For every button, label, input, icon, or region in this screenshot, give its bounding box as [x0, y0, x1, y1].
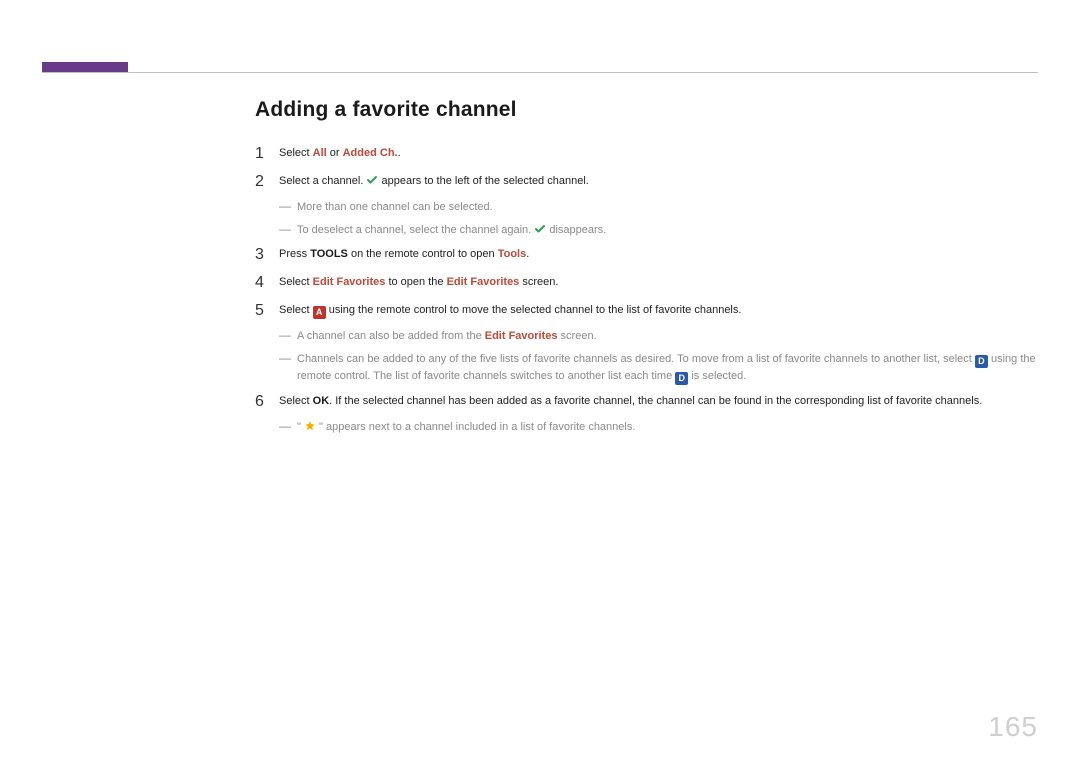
step-item: 3 Press TOOLS on the remote control to o…	[255, 241, 1038, 269]
emph-all: All	[313, 147, 327, 159]
text: to open the	[385, 276, 446, 288]
hint-text: Channels can be added to any of the five…	[297, 351, 1038, 385]
text: appears to the left of the selected chan…	[378, 175, 588, 187]
text: Press	[279, 248, 310, 260]
step-number: 3	[255, 247, 279, 263]
bold-tools: TOOLS	[310, 248, 348, 260]
dash-icon: ―	[279, 328, 291, 342]
button-d-badge: D	[975, 355, 988, 368]
text: on the remote control to open	[348, 248, 498, 260]
hint-text: More than one channel can be selected.	[297, 199, 1038, 216]
hint: ― To deselect a channel, select the chan…	[255, 219, 1038, 242]
dash-icon: ―	[279, 199, 291, 213]
emph-edit-favorites: Edit Favorites	[485, 330, 558, 342]
horizontal-rule	[42, 72, 1038, 73]
step-number: 4	[255, 275, 279, 291]
hint: ― A channel can also be added from the E…	[255, 325, 1038, 348]
hint: ― More than one channel can be selected.	[255, 196, 1038, 219]
step-item: 5 Select A using the remote control to m…	[255, 297, 1038, 325]
button-a-badge: A	[313, 306, 326, 319]
step-item: 6 Select OK. If the selected channel has…	[255, 388, 1038, 416]
step-item: 1 Select All or Added Ch..	[255, 140, 1038, 168]
step-number: 5	[255, 303, 279, 319]
step-text: Select OK. If the selected channel has b…	[279, 394, 1038, 410]
hint: ― Channels can be added to any of the fi…	[255, 348, 1038, 388]
content-column: Adding a favorite channel 1 Select All o…	[255, 98, 1038, 438]
step-number: 6	[255, 394, 279, 410]
step-list: 1 Select All or Added Ch.. 2 Select a ch…	[255, 140, 1038, 438]
text: .	[526, 248, 529, 260]
text: A channel can also be added from the	[297, 330, 485, 342]
step-number: 1	[255, 146, 279, 162]
hint-text: " " appears next to a channel included i…	[297, 419, 1038, 436]
text: " appears next to a channel included in …	[316, 421, 635, 433]
chapter-indicator	[42, 62, 128, 72]
button-d-badge: D	[675, 372, 688, 385]
emph-tools: Tools	[498, 248, 527, 260]
text: . If the selected channel has been added…	[329, 395, 982, 407]
hint-text: A channel can also be added from the Edi…	[297, 328, 1038, 345]
step-text: Press TOOLS on the remote control to ope…	[279, 247, 1038, 263]
page-number: 165	[988, 711, 1038, 743]
step-item: 2 Select a channel. appears to the left …	[255, 168, 1038, 196]
text: Select	[279, 276, 313, 288]
section-heading: Adding a favorite channel	[255, 98, 1038, 122]
check-icon	[534, 223, 546, 235]
emph-added-ch: Added Ch.	[343, 147, 398, 159]
dash-icon: ―	[279, 222, 291, 236]
manual-page: Adding a favorite channel 1 Select All o…	[0, 0, 1080, 763]
hint-text: To deselect a channel, select the channe…	[297, 222, 1038, 239]
step-text: Select A using the remote control to mov…	[279, 303, 1038, 319]
text: screen.	[558, 330, 597, 342]
text: Select	[279, 395, 313, 407]
dash-icon: ―	[279, 351, 291, 365]
text: .	[398, 147, 401, 159]
text: Select a channel.	[279, 175, 366, 187]
text: or	[327, 147, 343, 159]
emph-edit-favorites: Edit Favorites	[313, 276, 386, 288]
step-number: 2	[255, 174, 279, 190]
text: To deselect a channel, select the channe…	[297, 224, 534, 236]
text: Select	[279, 147, 313, 159]
text: Select	[279, 304, 313, 316]
step-item: 4 Select Edit Favorites to open the Edit…	[255, 269, 1038, 297]
step-text: Select Edit Favorites to open the Edit F…	[279, 275, 1038, 291]
step-text: Select a channel. appears to the left of…	[279, 174, 1038, 190]
check-icon	[366, 174, 378, 186]
text: using the remote control to move the sel…	[326, 304, 742, 316]
emph-edit-favorites: Edit Favorites	[447, 276, 520, 288]
text: is selected.	[688, 370, 746, 382]
dash-icon: ―	[279, 419, 291, 433]
bold-ok: OK	[313, 395, 330, 407]
hint: ― " " appears next to a channel included…	[255, 416, 1038, 439]
star-icon	[304, 420, 316, 432]
text: screen.	[519, 276, 558, 288]
text: Channels can be added to any of the five…	[297, 353, 975, 365]
text: "	[297, 421, 304, 433]
step-text: Select All or Added Ch..	[279, 146, 1038, 162]
text: disappears.	[546, 224, 606, 236]
